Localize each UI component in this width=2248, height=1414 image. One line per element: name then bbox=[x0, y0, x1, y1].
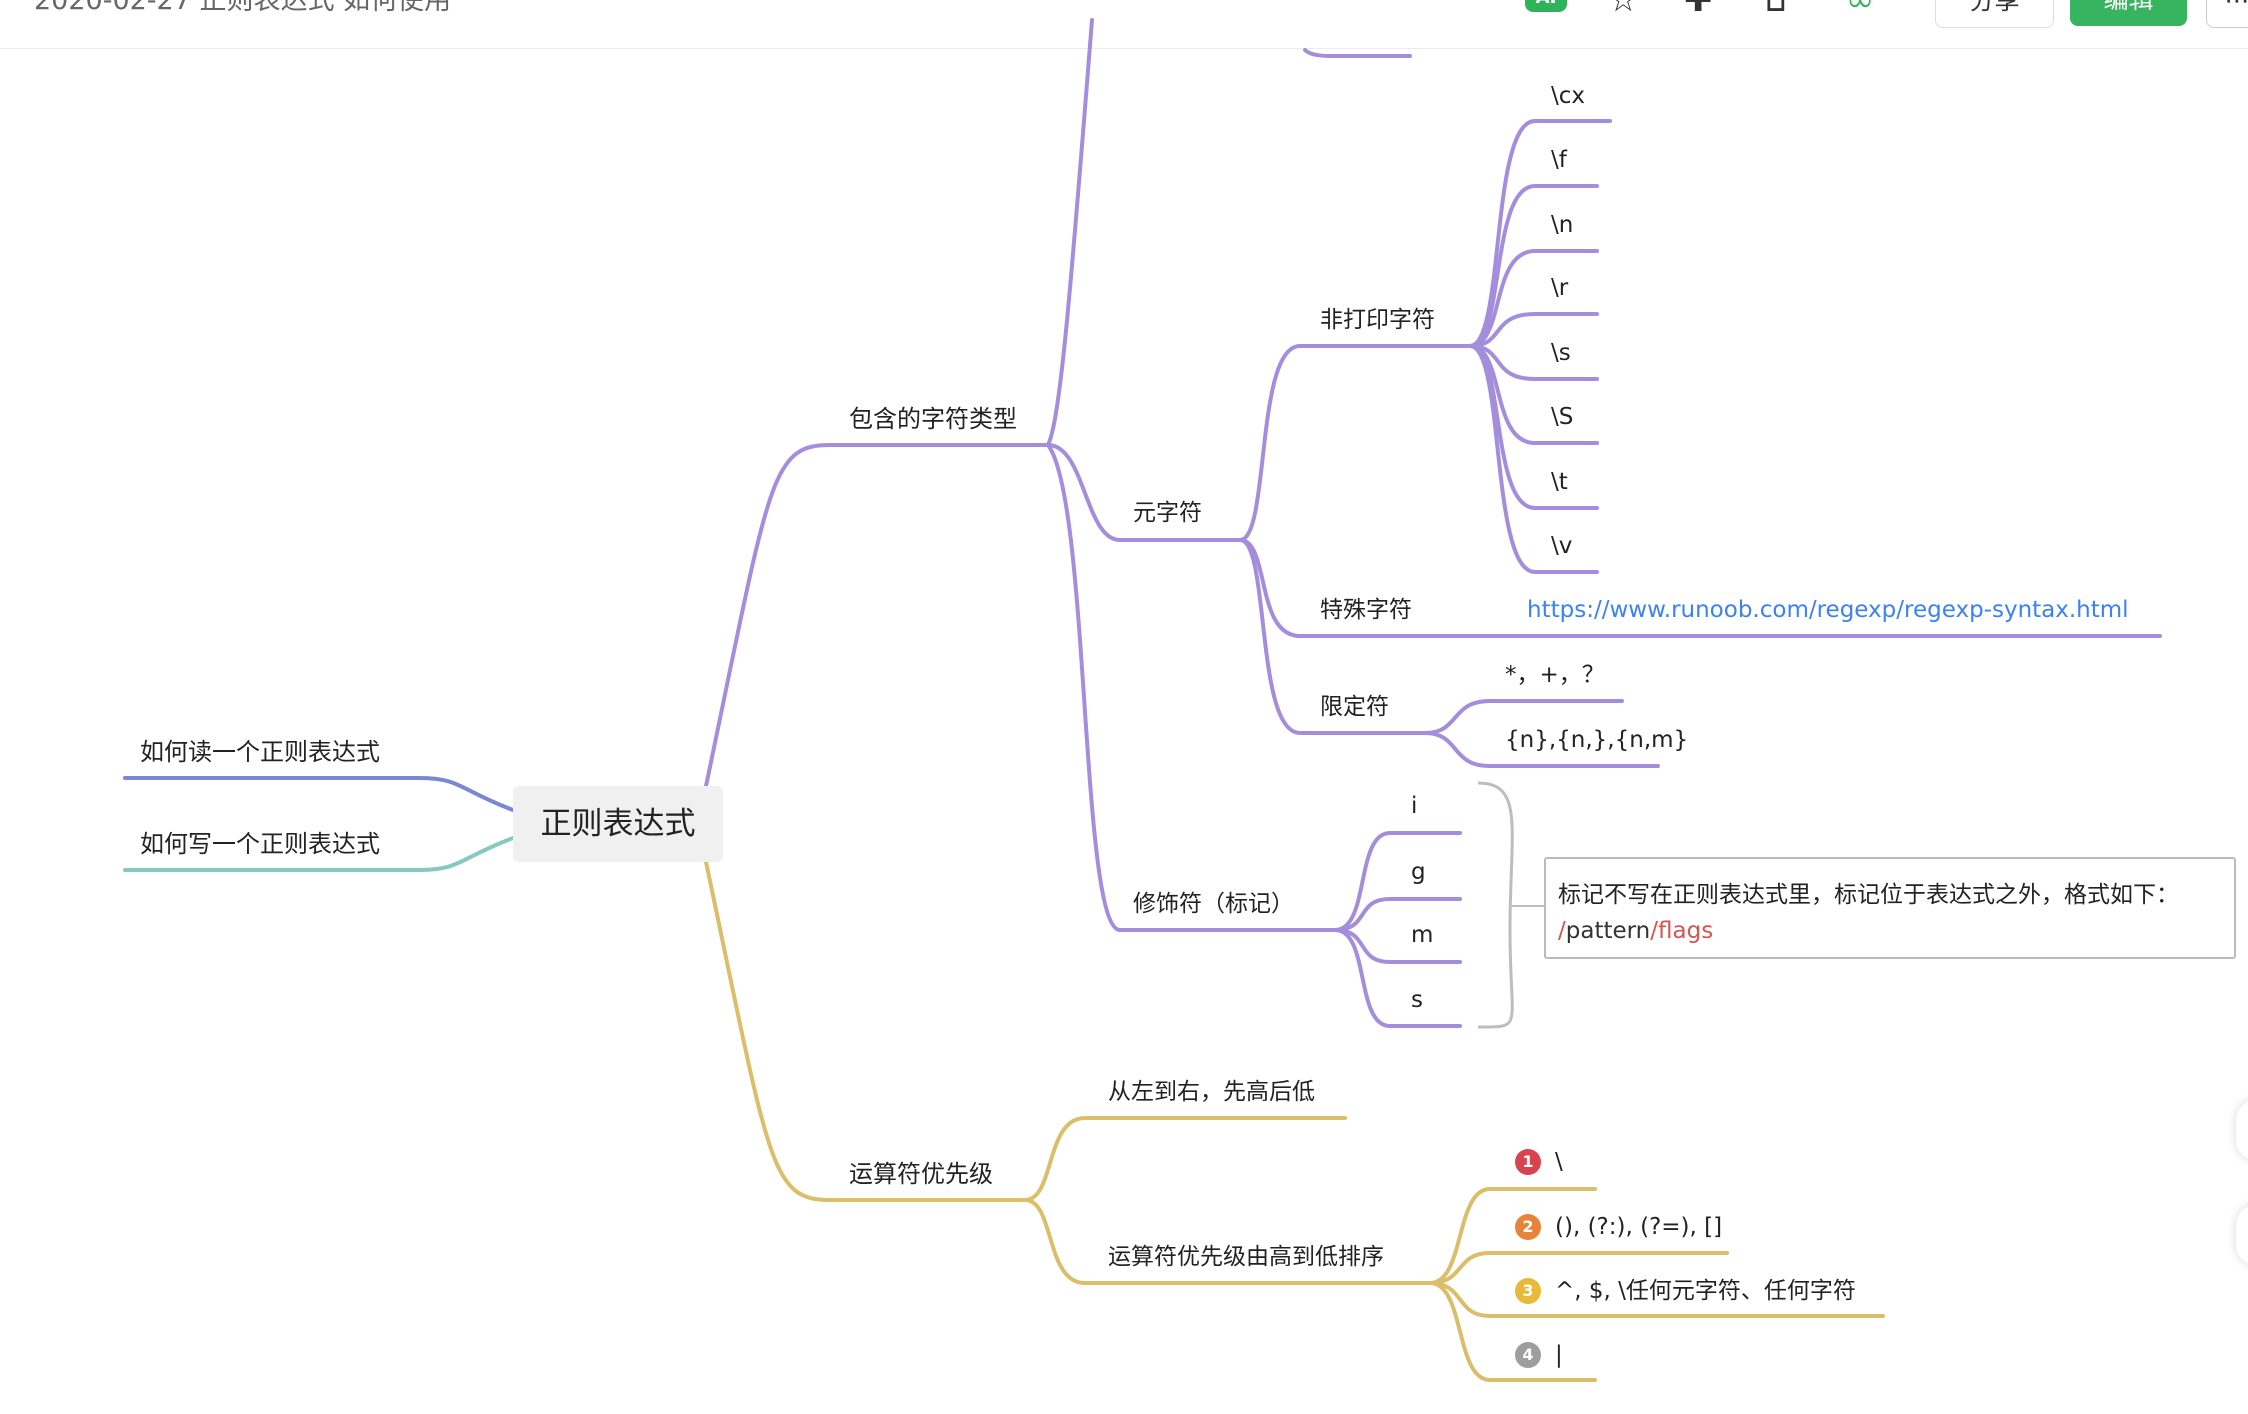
edge-chartypes-top bbox=[1046, 18, 1094, 447]
mindmap-connectors bbox=[123, 18, 2162, 1382]
modifier-note[interactable]: 标记不写在正则表达式里，标记位于表达式之外，格式如下： /pattern/fla… bbox=[1544, 857, 2236, 959]
node-nonprint-item[interactable]: \cx bbox=[1551, 85, 1585, 108]
node-nonprint-item[interactable]: \f bbox=[1551, 149, 1567, 172]
note-format-flags: /flags bbox=[1650, 918, 1714, 944]
node-metachar[interactable]: 元字符 bbox=[1133, 502, 1202, 525]
edge-prec-rule bbox=[1023, 1116, 1347, 1202]
edge-nonprint-1 bbox=[1468, 184, 1599, 348]
edge-read bbox=[123, 776, 515, 812]
node-nonprint-item[interactable]: \n bbox=[1551, 214, 1573, 237]
node-order-item[interactable]: ^, $, \任何元字符、任何字符 bbox=[1555, 1280, 1856, 1303]
node-precedence[interactable]: 运算符优先级 bbox=[849, 1162, 993, 1186]
special-chars-link[interactable]: https://www.runoob.com/regexp/regexp-syn… bbox=[1527, 599, 2129, 622]
priority-1-icon: 1 bbox=[1515, 1149, 1541, 1175]
edge-root-precedence bbox=[704, 860, 1027, 1202]
node-modifier[interactable]: 修饰符（标记） bbox=[1133, 893, 1294, 916]
edge-prec-order bbox=[1023, 1198, 1432, 1285]
node-nonprint[interactable]: 非打印字符 bbox=[1320, 309, 1435, 332]
note-text: 标记不写在正则表达式里，标记位于表达式之外，格式如下： bbox=[1558, 882, 2179, 908]
priority-4-icon: 4 bbox=[1515, 1342, 1541, 1368]
node-char-types[interactable]: 包含的字符类型 bbox=[849, 407, 1017, 431]
node-nonprint-item[interactable]: \v bbox=[1551, 535, 1572, 558]
note-format-pattern: pattern bbox=[1565, 918, 1651, 944]
note-format-slash: / bbox=[1558, 918, 1566, 944]
edge-metachar-nonprint bbox=[1238, 344, 1472, 542]
node-how-to-read[interactable]: 如何读一个正则表达式 bbox=[140, 740, 380, 764]
root-node[interactable]: 正则表达式 bbox=[513, 786, 723, 862]
edge-nonprint-6 bbox=[1468, 344, 1599, 510]
note-format: /pattern/flags bbox=[1558, 918, 1713, 944]
node-quantifier-item[interactable]: *，+，？ bbox=[1505, 664, 1605, 687]
node-order-item[interactable]: | bbox=[1555, 1344, 1563, 1367]
node-quantifier-item[interactable]: {n},{n,},{n,m} bbox=[1505, 729, 1688, 752]
node-precedence-order[interactable]: 运算符优先级由高到低排序 bbox=[1108, 1246, 1384, 1269]
priority-3-icon: 3 bbox=[1515, 1278, 1541, 1304]
node-order-item[interactable]: \ bbox=[1555, 1151, 1563, 1174]
node-nonprint-item[interactable]: \t bbox=[1551, 471, 1568, 494]
node-modifier-item[interactable]: s bbox=[1411, 989, 1423, 1012]
edge-top-stub bbox=[1303, 48, 1412, 58]
node-modifier-item[interactable]: i bbox=[1411, 795, 1417, 818]
edge-mod-0 bbox=[1333, 831, 1462, 932]
edge-root-chartypes bbox=[704, 443, 1050, 788]
node-how-to-write[interactable]: 如何写一个正则表达式 bbox=[140, 832, 380, 856]
node-special-chars[interactable]: 特殊字符 bbox=[1320, 599, 1412, 622]
node-nonprint-item[interactable]: \r bbox=[1551, 277, 1568, 300]
modifier-bracket bbox=[1477, 781, 1514, 1029]
edge-mod-3 bbox=[1333, 928, 1462, 1028]
node-nonprint-item[interactable]: \S bbox=[1551, 406, 1573, 429]
node-quantifier[interactable]: 限定符 bbox=[1320, 696, 1389, 719]
node-order-item[interactable]: (), (?:), (?=), [] bbox=[1555, 1216, 1722, 1239]
node-precedence-rule[interactable]: 从左到右，先高后低 bbox=[1108, 1081, 1315, 1104]
node-nonprint-item[interactable]: \s bbox=[1551, 342, 1571, 365]
node-modifier-item[interactable]: g bbox=[1411, 861, 1426, 884]
priority-2-icon: 2 bbox=[1515, 1214, 1541, 1240]
node-modifier-item[interactable]: m bbox=[1411, 924, 1433, 947]
